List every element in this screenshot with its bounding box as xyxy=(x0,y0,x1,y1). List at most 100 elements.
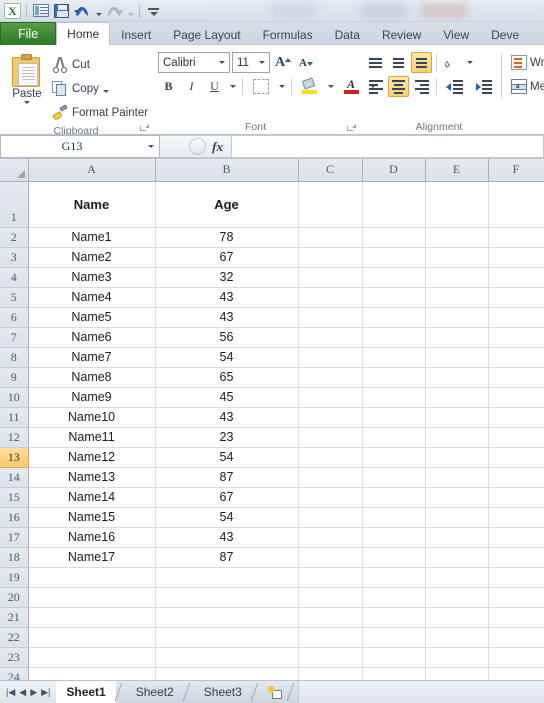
column-header-c[interactable]: C xyxy=(298,159,363,182)
tab-page-layout[interactable]: Page Layout xyxy=(162,23,251,45)
underline-dropdown-icon[interactable] xyxy=(227,76,238,97)
font-size-input[interactable]: 11 xyxy=(232,52,270,73)
row-header-4[interactable]: 4 xyxy=(0,267,29,288)
cell-F8[interactable] xyxy=(488,347,544,368)
sheet-tab-sheet3[interactable]: Sheet3 xyxy=(193,681,252,703)
cancel-enter-icon[interactable] xyxy=(189,138,207,155)
cell-E23[interactable] xyxy=(425,647,489,668)
cell-E7[interactable] xyxy=(425,327,489,348)
cell-A5[interactable]: Name4 xyxy=(28,287,156,308)
cell-B23[interactable] xyxy=(155,647,299,668)
cell-F5[interactable] xyxy=(488,287,544,308)
increase-indent-button[interactable] xyxy=(470,76,497,97)
cell-E20[interactable] xyxy=(425,587,489,608)
cell-C23[interactable] xyxy=(298,647,363,668)
cell-A15[interactable]: Name14 xyxy=(28,487,156,508)
shrink-font-button[interactable]: A xyxy=(295,52,316,73)
cell-F24[interactable] xyxy=(488,667,544,680)
cell-D6[interactable] xyxy=(362,307,426,328)
row-header-17[interactable]: 17 xyxy=(0,527,29,548)
cell-C7[interactable] xyxy=(298,327,363,348)
align-center-button[interactable] xyxy=(388,76,409,97)
borders-button[interactable] xyxy=(247,76,274,97)
cell-C21[interactable] xyxy=(298,607,363,628)
cell-B14[interactable]: 87 xyxy=(155,467,299,488)
align-text-left-button[interactable] xyxy=(365,76,386,97)
font-name-input[interactable]: Calibri xyxy=(158,52,230,73)
align-bottom-button[interactable] xyxy=(411,52,432,73)
cell-F4[interactable] xyxy=(488,267,544,288)
first-sheet-icon[interactable]: |◀ xyxy=(6,687,15,697)
cell-A16[interactable]: Name15 xyxy=(28,507,156,528)
cell-A24[interactable] xyxy=(28,667,156,680)
cell-B9[interactable]: 65 xyxy=(155,367,299,388)
cell-D20[interactable] xyxy=(362,587,426,608)
cell-E1[interactable] xyxy=(425,181,489,228)
row-header-23[interactable]: 23 xyxy=(0,647,29,668)
cell-C5[interactable] xyxy=(298,287,363,308)
cell-B13[interactable]: 54 xyxy=(155,447,299,468)
cell-B11[interactable]: 43 xyxy=(155,407,299,428)
cell-B20[interactable] xyxy=(155,587,299,608)
cell-B6[interactable]: 43 xyxy=(155,307,299,328)
cell-B24[interactable] xyxy=(155,667,299,680)
cell-A1[interactable]: Name xyxy=(28,181,156,228)
insert-worksheet-button[interactable] xyxy=(261,681,288,703)
cell-A3[interactable]: Name2 xyxy=(28,247,156,268)
cell-F13[interactable] xyxy=(488,447,544,468)
row-header-3[interactable]: 3 xyxy=(0,247,29,268)
cell-F2[interactable] xyxy=(488,227,544,248)
cell-A22[interactable] xyxy=(28,627,156,648)
cell-F6[interactable] xyxy=(488,307,544,328)
copy-button[interactable]: Copy xyxy=(49,78,151,100)
cell-D1[interactable] xyxy=(362,181,426,228)
row-header-1[interactable]: 1 xyxy=(0,181,29,228)
column-header-d[interactable]: D xyxy=(362,159,426,182)
cell-D8[interactable] xyxy=(362,347,426,368)
cell-B5[interactable]: 43 xyxy=(155,287,299,308)
cell-F18[interactable] xyxy=(488,547,544,568)
cell-C17[interactable] xyxy=(298,527,363,548)
font-size-dropdown-icon[interactable] xyxy=(256,61,267,64)
tab-view[interactable]: View xyxy=(432,23,480,45)
row-header-16[interactable]: 16 xyxy=(0,507,29,528)
cell-C16[interactable] xyxy=(298,507,363,528)
cell-A6[interactable]: Name5 xyxy=(28,307,156,328)
cell-D12[interactable] xyxy=(362,427,426,448)
cut-button[interactable]: Cut xyxy=(49,54,151,76)
cell-A10[interactable]: Name9 xyxy=(28,387,156,408)
cell-D24[interactable] xyxy=(362,667,426,680)
cell-B19[interactable] xyxy=(155,567,299,588)
cell-D14[interactable] xyxy=(362,467,426,488)
cell-D23[interactable] xyxy=(362,647,426,668)
cell-F19[interactable] xyxy=(488,567,544,588)
cell-F1[interactable] xyxy=(488,181,544,228)
cell-F21[interactable] xyxy=(488,607,544,628)
next-sheet-icon[interactable]: ▶ xyxy=(30,687,37,697)
cell-D18[interactable] xyxy=(362,547,426,568)
cell-F10[interactable] xyxy=(488,387,544,408)
row-header-21[interactable]: 21 xyxy=(0,607,29,628)
cell-C8[interactable] xyxy=(298,347,363,368)
cell-B21[interactable] xyxy=(155,607,299,628)
cell-E10[interactable] xyxy=(425,387,489,408)
cell-E16[interactable] xyxy=(425,507,489,528)
column-header-f[interactable]: F xyxy=(488,159,544,182)
cell-B10[interactable]: 45 xyxy=(155,387,299,408)
cell-E11[interactable] xyxy=(425,407,489,428)
font-dialog-launcher-icon[interactable] xyxy=(347,124,356,133)
cell-A18[interactable]: Name17 xyxy=(28,547,156,568)
cell-C10[interactable] xyxy=(298,387,363,408)
select-all-corner[interactable] xyxy=(0,159,29,182)
insert-function-icon[interactable]: fx xyxy=(212,139,223,155)
format-painter-button[interactable]: Format Painter xyxy=(49,102,151,124)
cell-E22[interactable] xyxy=(425,627,489,648)
cell-C13[interactable] xyxy=(298,447,363,468)
cell-B22[interactable] xyxy=(155,627,299,648)
customize-quick-access-icon[interactable] xyxy=(144,2,163,20)
cell-D9[interactable] xyxy=(362,367,426,388)
cell-F9[interactable] xyxy=(488,367,544,388)
tab-review[interactable]: Review xyxy=(371,23,432,45)
cell-B18[interactable]: 87 xyxy=(155,547,299,568)
tab-data[interactable]: Data xyxy=(324,23,371,45)
